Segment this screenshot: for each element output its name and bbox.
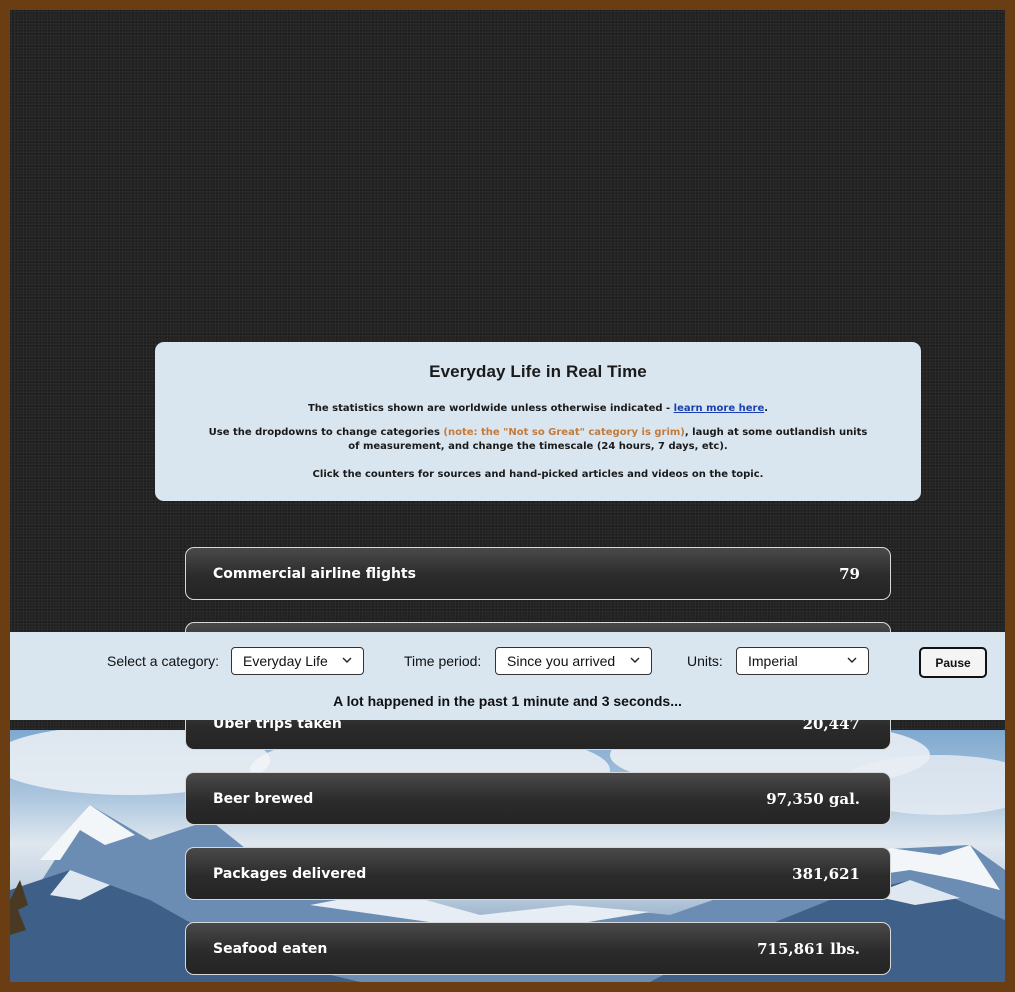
time-period-select[interactable]: Since you arrived	[495, 647, 652, 675]
units-select-value: Imperial	[748, 653, 798, 669]
page-title: Everyday Life in Real Time	[429, 362, 647, 381]
time-period-label: Time period:	[404, 653, 482, 669]
units-select[interactable]: Imperial	[736, 647, 869, 675]
counter-value: 381,621	[792, 864, 860, 883]
intro-paragraph-counters: Click the counters for sources and hand-…	[312, 469, 764, 480]
intro-sources-end: .	[764, 403, 769, 414]
units-label: Units:	[687, 653, 723, 669]
intro-sources-text: The statistics shown are worldwide unles…	[307, 403, 674, 414]
grim-category-warning: (note: the "Not so Great" category is gr…	[443, 427, 685, 438]
counter-value: 97,350 gal.	[766, 789, 860, 808]
counter-card[interactable]: Packages delivered 381,621	[185, 847, 891, 900]
chevron-down-icon	[630, 657, 640, 663]
category-select[interactable]: Everyday Life	[231, 647, 364, 675]
learn-more-link[interactable]: learn more here	[674, 403, 765, 414]
intro-panel: Everyday Life in Real Time The statistic…	[155, 342, 921, 501]
counter-card[interactable]: Beer brewed 97,350 gal.	[185, 772, 891, 825]
category-select-value: Everyday Life	[243, 653, 328, 669]
counter-card[interactable]: Seafood eaten 715,861 lbs.	[185, 922, 891, 975]
page-viewport: Everyday Life in Real Time The statistic…	[10, 10, 1005, 982]
control-bar: Select a category: Everyday Life Time pe…	[10, 632, 1005, 720]
intro-paragraph-sources: The statistics shown are worldwide unles…	[208, 402, 868, 416]
counter-value: 79	[839, 564, 860, 583]
counter-label: Seafood eaten	[213, 940, 328, 957]
counter-label: Commercial airline flights	[213, 565, 416, 582]
intro-paragraph-dropdowns: Use the dropdowns to change categories (…	[208, 426, 868, 454]
counter-card[interactable]: Commercial airline flights 79	[185, 547, 891, 600]
chevron-down-icon	[342, 657, 352, 663]
counter-label: Packages delivered	[213, 865, 367, 882]
chevron-down-icon	[847, 657, 857, 663]
counter-label: Beer brewed	[213, 790, 314, 807]
elapsed-status-text: A lot happened in the past 1 minute and …	[333, 693, 682, 709]
time-period-select-value: Since you arrived	[507, 653, 616, 669]
category-label: Select a category:	[107, 653, 220, 669]
pause-button[interactable]: Pause	[919, 647, 987, 678]
intro-dropdowns-text: Use the dropdowns to change categories	[208, 427, 444, 438]
counter-value: 715,861 lbs.	[757, 939, 860, 958]
